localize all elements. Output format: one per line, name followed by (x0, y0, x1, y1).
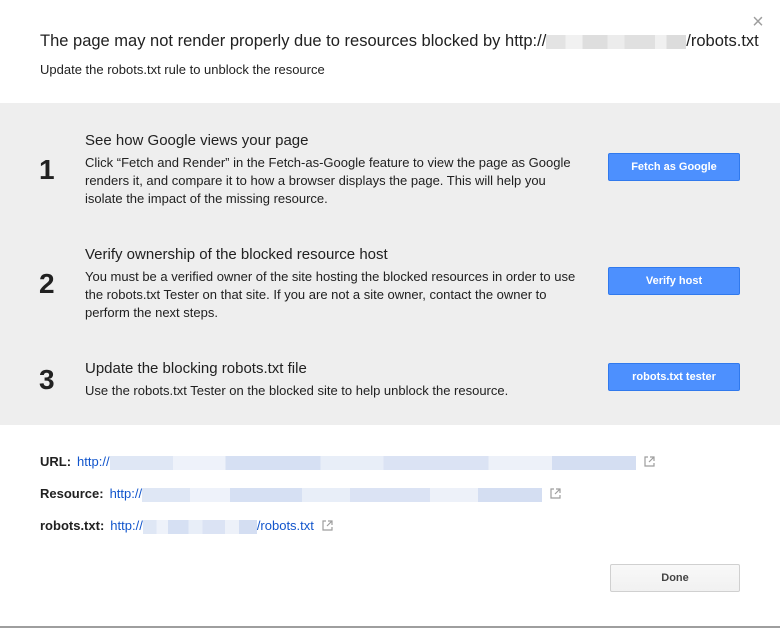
verify-host-button[interactable]: Verify host (608, 267, 740, 295)
resource-link[interactable]: http:// (109, 486, 543, 502)
step-number: 3 (39, 364, 55, 395)
robots-txt-row: robots.txt: http:// /robots.txt (40, 518, 333, 534)
step-number: 1 (39, 154, 55, 185)
robots-txt-label: robots.txt: (40, 518, 105, 533)
robots-txt-link[interactable]: http:// /robots.txt (110, 518, 314, 534)
dialog-subtitle: Update the robots.txt rule to unblock th… (40, 62, 325, 77)
external-link-icon[interactable] (322, 519, 333, 534)
redacted-resource (142, 487, 543, 502)
title-suffix: /robots.txt (686, 32, 759, 50)
step-title: See how Google views your page (85, 132, 309, 149)
step-description: You must be a verified owner of the site… (85, 269, 576, 320)
fetch-as-google-button[interactable]: Fetch as Google (608, 153, 740, 181)
redacted-host (546, 34, 687, 49)
dialog-title: The page may not render properly due to … (40, 32, 759, 51)
redacted-robots-host (142, 519, 257, 534)
robots-txt-tester-button[interactable]: robots.txt tester (608, 363, 740, 391)
resource-prefix: http:// (109, 486, 143, 501)
url-link[interactable]: http:// (77, 454, 636, 470)
robots-suffix: /robots.txt (256, 518, 314, 533)
robots-prefix: http:// (110, 518, 143, 533)
url-prefix: http:// (77, 454, 110, 469)
steps-panel: 1 See how Google views your page Click “… (0, 103, 780, 425)
url-label: URL: (40, 454, 72, 469)
step-description: Use the robots.txt Tester on the blocked… (85, 383, 509, 398)
step-number: 2 (39, 268, 55, 299)
external-link-icon[interactable] (643, 455, 655, 470)
redacted-url (109, 455, 636, 470)
step-title: Verify ownership of the blocked resource… (85, 246, 388, 263)
blocked-resources-dialog: × The page may not render properly due t… (0, 0, 780, 628)
done-button[interactable]: Done (610, 564, 740, 592)
resource-label: Resource: (40, 486, 104, 501)
resource-row: Resource: http:// (40, 486, 561, 502)
external-link-icon[interactable] (550, 487, 561, 502)
step-title: Update the blocking robots.txt file (85, 360, 307, 377)
step-description: Click “Fetch and Render” in the Fetch-as… (85, 155, 571, 206)
title-prefix: The page may not render properly due to … (40, 32, 547, 50)
url-row: URL: http:// (40, 454, 655, 470)
close-icon[interactable]: × (748, 12, 768, 32)
